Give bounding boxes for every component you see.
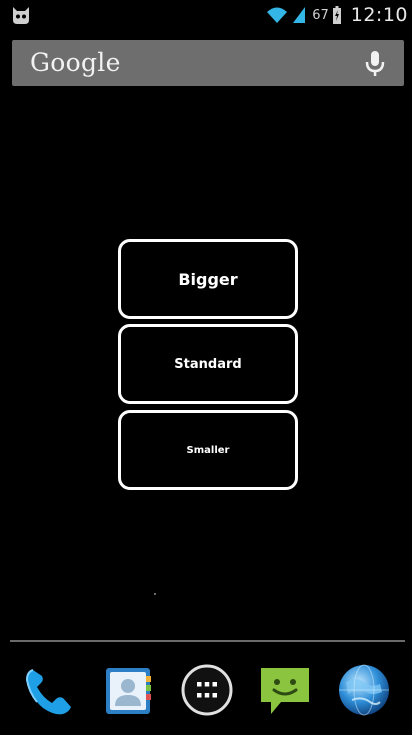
messaging-icon[interactable] xyxy=(257,662,313,718)
contacts-icon[interactable] xyxy=(101,662,157,718)
status-icons: 67 12:10 xyxy=(266,2,408,28)
google-logo: Google xyxy=(30,48,121,77)
google-search-bar[interactable]: Google xyxy=(12,40,404,86)
phone-icon[interactable] xyxy=(21,662,77,718)
bigger-label: Bigger xyxy=(178,269,238,289)
microphone-icon[interactable] xyxy=(364,50,386,78)
battery-percent: 67 xyxy=(312,7,329,23)
cyanogenmod-icon xyxy=(13,7,29,24)
bigger-button[interactable]: Bigger xyxy=(118,239,298,319)
smaller-button[interactable]: Smaller xyxy=(118,410,298,490)
smaller-label: Smaller xyxy=(186,444,230,456)
standard-label: Standard xyxy=(174,356,242,372)
apps-icon[interactable] xyxy=(179,662,235,718)
status-bar: 67 12:10 xyxy=(0,0,412,30)
browser-globe-icon[interactable] xyxy=(336,662,392,718)
battery-charging-icon xyxy=(332,6,341,24)
wifi-icon xyxy=(267,7,288,23)
cell-signal-icon xyxy=(293,7,306,23)
dock-divider xyxy=(10,640,405,642)
status-clock: 12:10 xyxy=(350,4,408,26)
standard-button[interactable]: Standard xyxy=(118,324,298,404)
page-indicator-dot xyxy=(154,593,156,595)
